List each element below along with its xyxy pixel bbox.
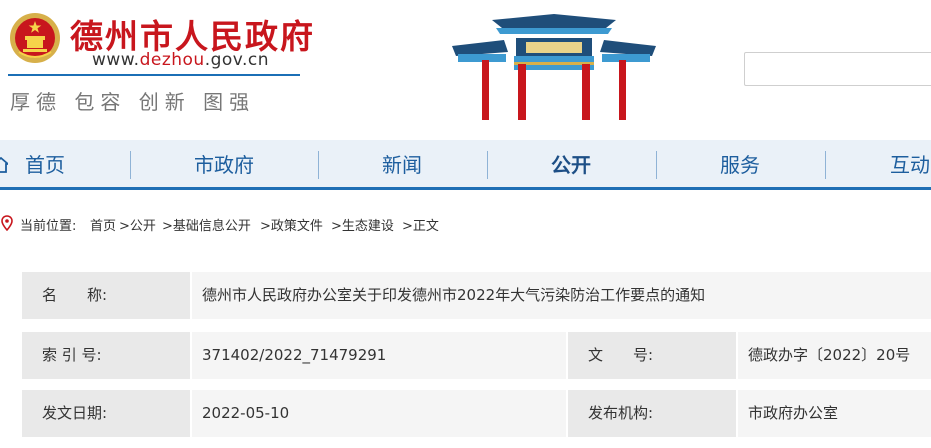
nav-separator [130,151,131,179]
issuing-organization-value: 市政府办公室 [738,390,931,437]
title-divider [8,74,300,76]
site-header: 德州市人民政府 www.dezhou.gov.cn 厚德 包容 创新 图强 [0,0,931,140]
search-input[interactable] [744,52,931,86]
nav-item-government[interactable]: 市政府 [176,140,272,190]
nav-item-open[interactable]: 公开 [541,140,601,190]
main-nav: 首页 市政府 新闻 公开 服务 互动 [0,140,931,190]
nav-separator [487,151,488,179]
document-number-value: 德政办字〔2022〕20号 [738,332,931,379]
nav-separator [318,151,319,179]
nav-separator [825,151,826,179]
breadcrumb-item-ecology[interactable]: >生态建设 [331,215,394,234]
breadcrumb-item-home[interactable]: 首页 [90,215,116,234]
breadcrumb-item-open[interactable]: >公开 [119,215,156,234]
breadcrumb-item-current: >正文 [402,219,439,234]
index-value: 371402/2022_71479291 [192,332,566,379]
name-label: 名 称: [22,272,190,319]
national-emblem-icon [10,13,60,63]
issuing-organization-label: 发布机构: [568,390,736,437]
issue-date-value: 2022-05-10 [192,390,566,437]
issue-date-label: 发文日期: [22,390,190,437]
nav-item-news[interactable]: 新闻 [372,140,432,190]
site-url-prefix: www. [92,50,140,70]
breadcrumb-prefix: 当前位置: [20,219,77,234]
nav-item-interaction[interactable]: 互动 [880,140,931,190]
location-pin-icon [1,215,13,231]
home-icon[interactable] [0,156,8,174]
document-number-label: 文 号: [568,332,736,379]
nav-separator [656,151,657,179]
site-url: www.dezhou.gov.cn [92,50,269,70]
breadcrumb-item-policy[interactable]: >政策文件 [260,215,323,234]
site-url-highlight: dezhou [139,50,205,70]
site-url-suffix: .gov.cn [204,50,270,70]
breadcrumb-item-basic-info[interactable]: >基础信息公开 [162,215,251,234]
archway-illustration [452,14,656,120]
nav-item-home[interactable]: 首页 [20,140,70,190]
name-value: 德州市人民政府办公室关于印发德州市2022年大气污染防治工作要点的通知 [192,272,931,319]
nav-item-services[interactable]: 服务 [710,140,770,190]
site-slogan: 厚德 包容 创新 图强 [10,90,256,114]
index-label: 索 引 号: [22,332,190,379]
